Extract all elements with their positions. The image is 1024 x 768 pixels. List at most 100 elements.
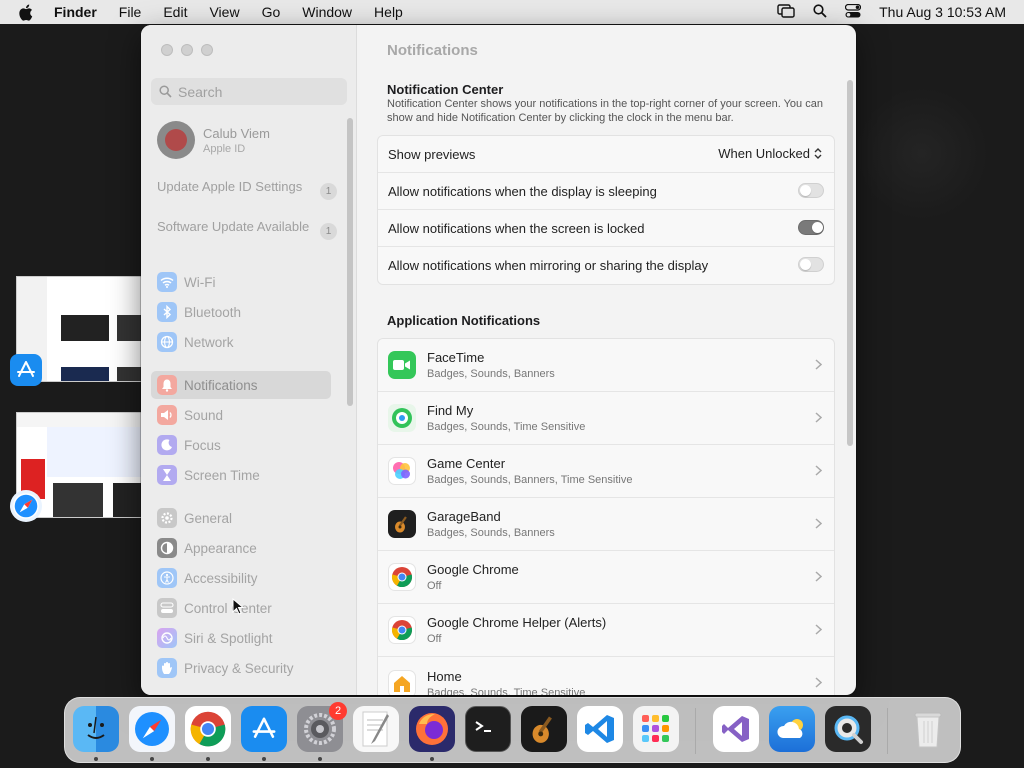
notification-center-description: Notification Center shows your notificat… <box>387 98 823 124</box>
notifications-pane: Notifications Notification Center Notifi… <box>357 25 856 695</box>
bluetooth-icon <box>157 302 177 322</box>
updown-chevron-icon <box>814 148 822 159</box>
app-row-google-chrome-helper[interactable]: Google Chrome Helper (Alerts) Off <box>378 604 834 657</box>
appearance-icon <box>157 538 177 558</box>
menu-view[interactable]: View <box>209 4 239 20</box>
minimize-window-button[interactable] <box>181 44 193 56</box>
chevron-right-icon <box>815 465 822 476</box>
sidebar-item-accessibility[interactable]: Accessibility <box>151 564 331 592</box>
menu-file[interactable]: File <box>119 4 142 20</box>
trash-dock-icon[interactable] <box>905 706 951 752</box>
sidebar-item-general[interactable]: General <box>151 504 331 532</box>
textedit-dock-icon[interactable] <box>353 706 399 752</box>
weather-dock-icon[interactable] <box>769 706 815 752</box>
sidebar-item-label: Privacy & Security <box>184 660 294 676</box>
sidebar-item-notifications[interactable]: Notifications <box>151 371 331 399</box>
sidebar-item-network[interactable]: Network <box>151 328 331 356</box>
apple-menu-icon[interactable] <box>18 4 36 21</box>
menu-finder[interactable]: Finder <box>54 4 97 20</box>
sidebar-item-sound[interactable]: Sound <box>151 401 331 429</box>
sidebar-item-label: Sound <box>184 407 224 423</box>
sidebar: Search Calub Viem Apple ID Update Apple … <box>141 25 357 695</box>
app-sub: Badges, Sounds, Banners, Time Sensitive <box>427 474 633 486</box>
app-sub: Off <box>427 633 442 645</box>
app-name: Home <box>427 668 462 684</box>
app-row-find-my[interactable]: Find My Badges, Sounds, Time Sensitive <box>378 392 834 445</box>
screen-mirroring-icon[interactable] <box>777 3 795 21</box>
app-row-game-center[interactable]: Game Center Badges, Sounds, Banners, Time… <box>378 445 834 498</box>
quicktime-dock-icon[interactable] <box>825 706 871 752</box>
menu-edit[interactable]: Edit <box>163 4 187 20</box>
apple-id-profile[interactable]: Calub Viem Apple ID <box>157 121 270 159</box>
show-previews-popup[interactable]: When Unlocked <box>718 146 822 161</box>
toggle-label: Allow notifications when mirroring or sh… <box>388 258 709 273</box>
visual-studio-dock-icon[interactable] <box>713 706 759 752</box>
dock-running-indicator <box>262 757 266 761</box>
garageband-dock-icon[interactable] <box>521 706 567 752</box>
gear-icon <box>157 508 177 528</box>
firefox-dock-icon[interactable] <box>409 706 455 752</box>
mirroring-toggle[interactable] <box>798 257 824 272</box>
app-row-google-chrome[interactable]: Google Chrome Off <box>378 551 834 604</box>
app-row-facetime[interactable]: FaceTime Badges, Sounds, Banners <box>378 339 834 392</box>
sidebar-item-siri-spotlight[interactable]: Siri & Spotlight <box>151 624 331 652</box>
facetime-icon <box>388 351 416 379</box>
notification-center-settings: Show previews When Unlocked Allow notifi… <box>377 135 835 285</box>
app-name: Find My <box>427 403 474 418</box>
vscode-dock-icon[interactable] <box>577 706 623 752</box>
sidebar-scrollbar[interactable] <box>347 118 353 406</box>
menu-help[interactable]: Help <box>374 4 403 20</box>
search-icon <box>159 85 172 98</box>
menu-window[interactable]: Window <box>302 4 352 20</box>
software-update-item[interactable]: Software Update Available 1 <box>157 219 337 240</box>
sidebar-item-label: Bluetooth <box>184 304 242 320</box>
wifi-icon <box>157 272 177 292</box>
menu-go[interactable]: Go <box>262 4 281 20</box>
profile-sub: Apple ID <box>203 142 246 155</box>
app-sub: Off <box>427 580 442 592</box>
home-icon <box>388 669 416 695</box>
chevron-right-icon <box>815 359 822 370</box>
sidebar-item-bluetooth[interactable]: Bluetooth <box>151 298 331 326</box>
toggle-row-display-sleeping: Allow notifications when the display is … <box>378 173 834 210</box>
menubar-clock[interactable]: Thu Aug 3 10:53 AM <box>879 4 1006 20</box>
close-window-button[interactable] <box>161 44 173 56</box>
sidebar-item-wifi[interactable]: Wi-Fi <box>151 268 331 296</box>
findmy-icon <box>388 404 416 432</box>
finder-dock-icon[interactable] <box>73 706 119 752</box>
chrome-dock-icon[interactable] <box>185 706 231 752</box>
app-store-stage-icon <box>10 354 42 386</box>
sidebar-item-label: Control Center <box>184 600 272 616</box>
display-sleeping-toggle[interactable] <box>798 183 824 198</box>
safari-dock-icon[interactable] <box>129 706 175 752</box>
update-apple-id-item[interactable]: Update Apple ID Settings 1 <box>157 179 337 200</box>
app-store-dock-icon[interactable] <box>241 706 287 752</box>
dock-running-indicator <box>206 757 210 761</box>
dock-separator <box>887 708 888 754</box>
sidebar-item-appearance[interactable]: Appearance <box>151 534 331 562</box>
system-settings-window: Search Calub Viem Apple ID Update Apple … <box>141 25 856 695</box>
sidebar-item-privacy-security[interactable]: Privacy & Security <box>151 654 331 682</box>
mouse-cursor-icon <box>232 597 245 621</box>
control-center-menubar-icon[interactable] <box>845 3 862 21</box>
app-row-garageband[interactable]: GarageBand Badges, Sounds, Banners <box>378 498 834 551</box>
application-notifications-list: FaceTime Badges, Sounds, Banners Find My B… <box>377 338 835 695</box>
dock: 2 <box>64 697 961 763</box>
zoom-window-button[interactable] <box>201 44 213 56</box>
accessibility-icon <box>157 568 177 588</box>
terminal-dock-icon[interactable] <box>465 706 511 752</box>
launchpad-dock-icon[interactable] <box>633 706 679 752</box>
sidebar-search-field[interactable]: Search <box>151 78 347 105</box>
spotlight-search-icon[interactable] <box>813 3 827 21</box>
sidebar-item-focus[interactable]: Focus <box>151 431 331 459</box>
main-scrollbar[interactable] <box>847 80 853 446</box>
sidebar-item-label: Appearance <box>184 540 257 556</box>
app-row-home[interactable]: Home Badges, Sounds, Time Sensitive <box>378 657 834 695</box>
screen-locked-toggle[interactable] <box>798 220 824 235</box>
garageband-icon <box>388 510 416 538</box>
sidebar-item-screen-time[interactable]: Screen Time <box>151 461 331 489</box>
toggle-row-screen-locked: Allow notifications when the screen is l… <box>378 210 834 247</box>
chevron-right-icon <box>815 677 822 688</box>
update-apple-id-badge: 1 <box>320 183 337 200</box>
chevron-right-icon <box>815 624 822 635</box>
